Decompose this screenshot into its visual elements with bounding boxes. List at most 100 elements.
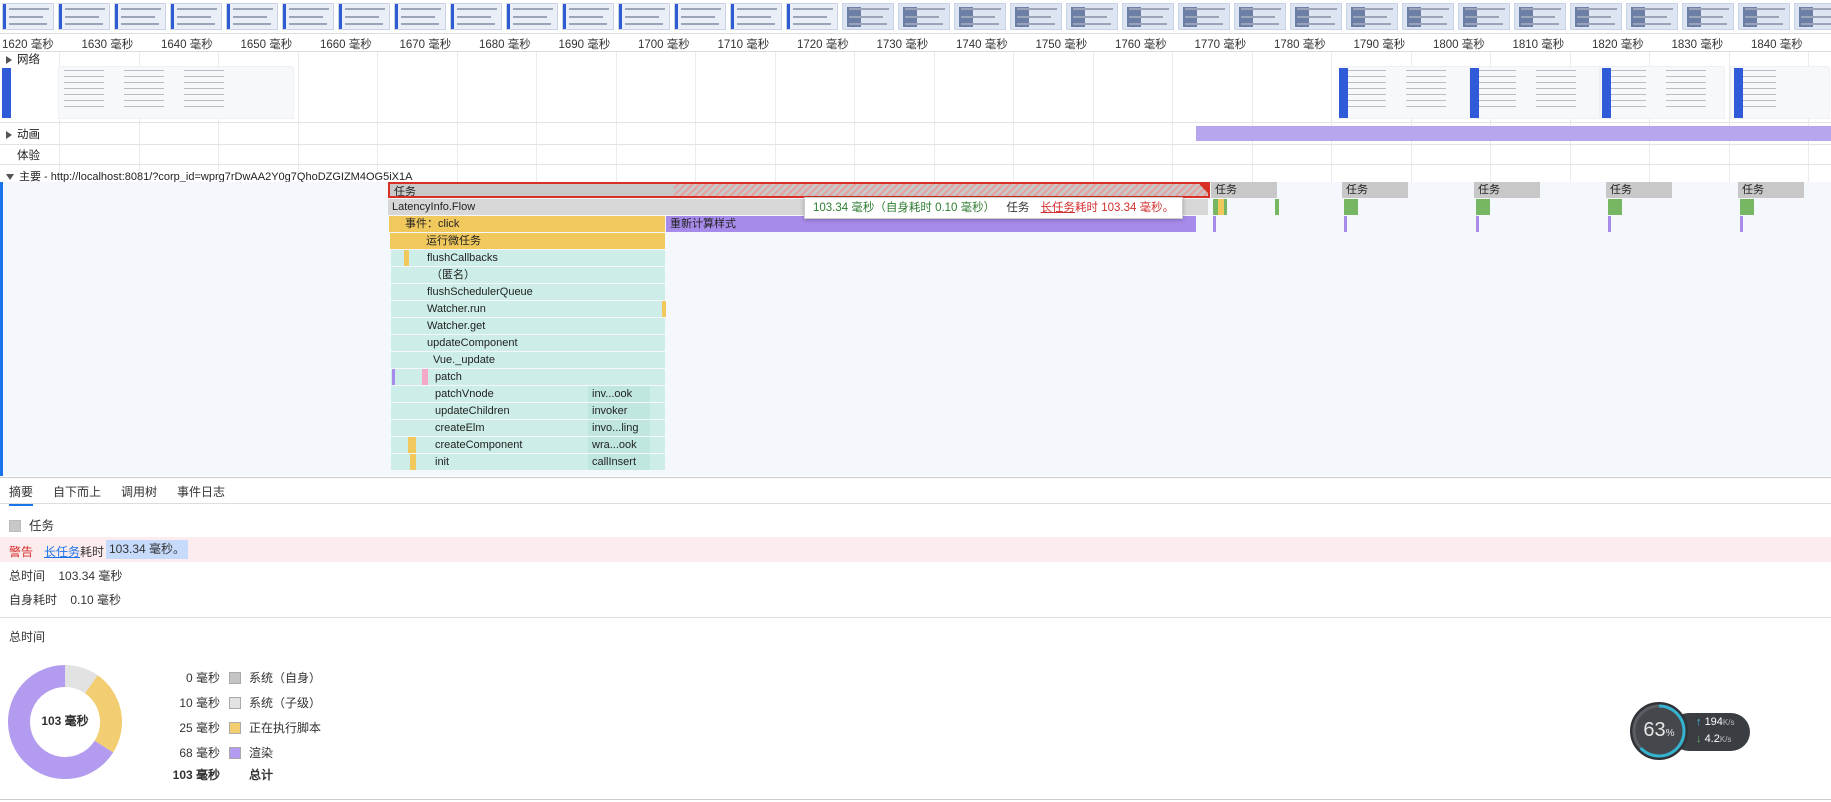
event-click-bar[interactable]: 事件：click [389, 216, 665, 232]
tab-summary[interactable]: 摘要 [9, 483, 34, 506]
track-animation[interactable]: 动画 [6, 126, 40, 142]
filmstrip-frame[interactable] [2, 3, 54, 30]
network-request-bar[interactable] [1470, 68, 1479, 118]
filmstrip-frame[interactable] [842, 3, 894, 30]
flame-sliver[interactable] [405, 233, 411, 249]
flame-frame[interactable]: Vue._update [391, 352, 665, 368]
flame-frame[interactable]: inv...ook [588, 386, 650, 402]
filmstrip-frame[interactable] [1346, 3, 1398, 30]
animation-bar[interactable] [1196, 126, 1831, 141]
filmstrip[interactable] [0, 0, 1831, 34]
filmstrip-frame[interactable] [1402, 3, 1454, 30]
network-request-group[interactable] [58, 66, 294, 119]
network-request-bar[interactable] [2, 68, 11, 118]
network-request-group[interactable] [1730, 66, 1830, 119]
tab-event-log[interactable]: 事件日志 [177, 483, 225, 500]
filmstrip-frame[interactable] [1738, 3, 1790, 30]
flame-frame[interactable]: flushCallbacks [391, 250, 665, 266]
frame-bar[interactable] [1275, 199, 1279, 215]
filmstrip-frame[interactable] [226, 3, 278, 30]
track-network[interactable]: 网络 [6, 51, 40, 67]
task-bar[interactable]: 任务 [1211, 182, 1277, 198]
task-bar[interactable]: 任务 [1606, 182, 1672, 198]
filmstrip-frame[interactable] [1010, 3, 1062, 30]
frame-thumb [177, 23, 215, 25]
flame-sliver[interactable] [392, 369, 395, 385]
flame-frame[interactable]: updateComponent [391, 335, 665, 351]
filmstrip-frame[interactable] [282, 3, 334, 30]
filmstrip-frame[interactable] [170, 3, 222, 30]
filmstrip-frame[interactable] [1682, 3, 1734, 30]
flame-sliver[interactable] [422, 369, 428, 385]
filmstrip-frame[interactable] [674, 3, 726, 30]
filmstrip-frame[interactable] [1122, 3, 1174, 30]
frame-bar[interactable] [1218, 199, 1224, 215]
frame-bar[interactable] [1476, 199, 1490, 215]
frame-bar[interactable] [1344, 216, 1347, 232]
filmstrip-frame[interactable] [1514, 3, 1566, 30]
network-request [64, 70, 104, 71]
filmstrip-frame[interactable] [1290, 3, 1342, 30]
flame-sliver[interactable] [662, 301, 666, 317]
task-bar[interactable]: 任务 [388, 182, 1210, 198]
network-request-group[interactable] [1600, 66, 1725, 119]
frame-bar[interactable] [1476, 216, 1479, 232]
system-monitor-widget[interactable]: 63% ↑ 194K/s ↓ 4.2K/s [1630, 702, 1750, 760]
frame-bar[interactable] [1608, 216, 1611, 232]
filmstrip-frame[interactable] [394, 3, 446, 30]
flame-frame[interactable]: wra...ook [588, 437, 650, 453]
long-task-corner-marker[interactable] [1200, 182, 1210, 198]
flame-sliver[interactable] [410, 454, 416, 470]
filmstrip-frame[interactable] [58, 3, 110, 30]
frame-thumb [1633, 8, 1673, 10]
filmstrip-frame[interactable] [338, 3, 390, 30]
tab-bottom-up[interactable]: 自下而上 [53, 483, 101, 500]
network-request-group[interactable] [1340, 66, 1470, 119]
flame-frame[interactable]: （匿名） [391, 267, 665, 283]
flame-frame[interactable]: invo...ling [588, 420, 650, 436]
filmstrip-frame[interactable] [450, 3, 502, 30]
flame-sliver[interactable] [408, 437, 416, 453]
tab-call-tree[interactable]: 调用树 [121, 483, 157, 500]
filmstrip-frame[interactable] [1626, 3, 1678, 30]
microtask-bar[interactable]: 运行微任务 [390, 233, 665, 249]
filmstrip-frame[interactable] [1794, 3, 1831, 30]
filmstrip-frame[interactable] [954, 3, 1006, 30]
filmstrip-frame[interactable] [618, 3, 670, 30]
flame-frame[interactable]: invoker [588, 403, 650, 419]
filmstrip-frame[interactable] [562, 3, 614, 30]
network-request-group[interactable] [1470, 66, 1600, 119]
filmstrip-frame[interactable] [898, 3, 950, 30]
frame-bar[interactable] [1344, 199, 1358, 215]
network-request-bar[interactable] [1734, 68, 1743, 118]
frame-bar[interactable] [1740, 216, 1743, 232]
filmstrip-frame[interactable] [114, 3, 166, 30]
filmstrip-frame[interactable] [1570, 3, 1622, 30]
network-request-bar[interactable] [1602, 68, 1611, 118]
flame-frame[interactable]: Watcher.run [391, 301, 665, 317]
filmstrip-frame[interactable] [786, 3, 838, 30]
task-bar[interactable]: 任务 [1474, 182, 1540, 198]
filmstrip-frame[interactable] [730, 3, 782, 30]
frame-bar[interactable] [1213, 216, 1216, 232]
flame-frame[interactable]: callInsert [588, 454, 650, 470]
filmstrip-frame[interactable] [1066, 3, 1118, 30]
filmstrip-frame[interactable] [1234, 3, 1286, 30]
track-experience[interactable]: 体验 [17, 147, 40, 163]
filmstrip-frame[interactable] [1178, 3, 1230, 30]
flame-frame[interactable]: Watcher.get [391, 318, 665, 334]
task-bar[interactable]: 任务 [1738, 182, 1804, 198]
network-request-bar[interactable] [1339, 68, 1348, 118]
network-request [1346, 94, 1386, 95]
filmstrip-frame[interactable] [506, 3, 558, 30]
tooltip-long-task-link[interactable]: 长任务 [1041, 202, 1076, 214]
flame-frame[interactable]: flushSchedulerQueue [391, 284, 665, 300]
flame-sliver[interactable] [404, 250, 409, 266]
task-bar[interactable]: 任务 [1342, 182, 1408, 198]
filmstrip-frame[interactable] [1458, 3, 1510, 30]
frame-bar[interactable] [1740, 199, 1754, 215]
flame-frame[interactable]: patch [391, 369, 665, 385]
frame-bar[interactable] [1608, 199, 1622, 215]
network-request [1406, 94, 1446, 95]
long-task-link[interactable]: 长任务 [44, 543, 80, 560]
